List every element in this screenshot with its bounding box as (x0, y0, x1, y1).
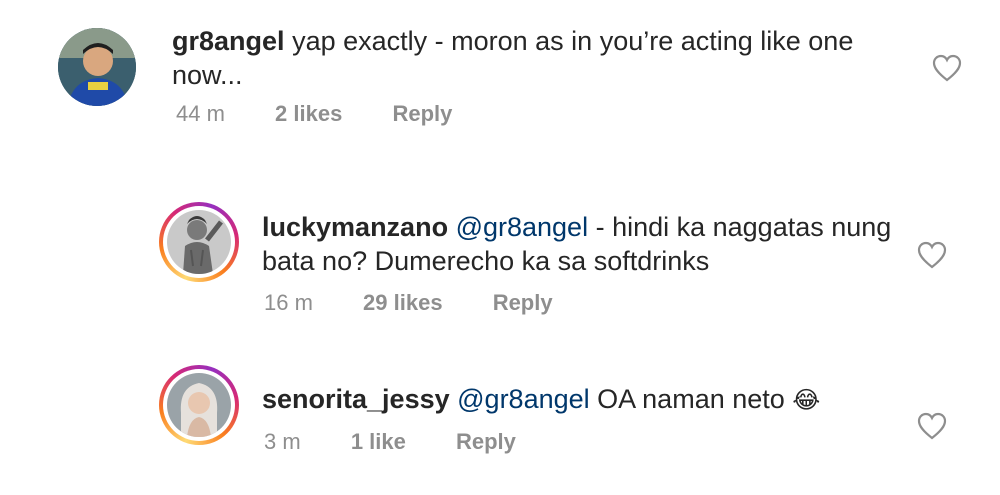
comment-item: luckymanzano @gr8angel - hindi ka naggat… (0, 0, 1000, 495)
mention-link[interactable]: @gr8angel (456, 212, 589, 242)
heart-icon[interactable] (917, 241, 947, 269)
username[interactable]: luckymanzano (262, 212, 448, 242)
comments-thread: gr8angel yap exactly - moron as in you’r… (0, 0, 1000, 495)
comment-meta: 16 m 29 likes Reply (264, 290, 553, 316)
timestamp: 16 m (264, 290, 313, 315)
avatar[interactable] (167, 210, 231, 274)
likes-count[interactable]: 29 likes (363, 290, 443, 315)
comment-body: OA naman neto (589, 384, 785, 414)
heart-icon[interactable] (917, 412, 947, 440)
mention-link[interactable]: @gr8angel (457, 384, 590, 414)
timestamp: 3 m (264, 429, 301, 454)
comment-text-line2: bata no? Dumerecho ka sa softdrinks (262, 246, 710, 276)
person-photo-icon (167, 373, 231, 437)
comment-text: senorita_jessy @gr8angel OA naman neto 😂 (262, 382, 820, 418)
avatar[interactable] (167, 373, 231, 437)
comment-meta: 3 m 1 like Reply (264, 429, 516, 455)
comment-text: luckymanzano @gr8angel - hindi ka naggat… (262, 210, 891, 244)
laughing-emoji-icon: 😂 (792, 387, 821, 414)
username[interactable]: senorita_jessy (262, 384, 450, 414)
likes-count[interactable]: 1 like (351, 429, 406, 454)
comment-body: - hindi ka naggatas nung (588, 212, 892, 242)
reply-button[interactable]: Reply (456, 429, 516, 454)
reply-button[interactable]: Reply (493, 290, 553, 315)
person-photo-icon (167, 210, 231, 274)
